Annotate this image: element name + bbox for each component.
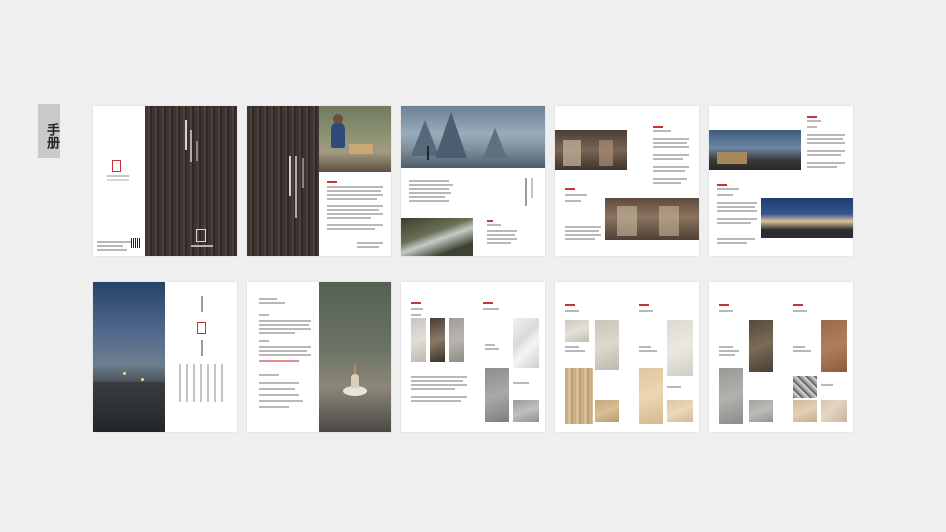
- tile-swatch: [565, 320, 589, 342]
- brochure-spread-tiles-b[interactable]: [555, 282, 699, 432]
- tile-swatch: [667, 320, 693, 376]
- tile-swatch: [793, 376, 817, 398]
- logo-text-line: [107, 175, 129, 177]
- tile-swatch: [667, 400, 693, 422]
- cover-front-wood: [145, 106, 237, 256]
- brochure-spread-tiles-c[interactable]: [709, 282, 853, 432]
- tile-swatch: [821, 320, 847, 372]
- brochure-spread-nightpath[interactable]: [93, 282, 237, 432]
- tile-swatch: [513, 318, 539, 368]
- brochure-spread-exterior[interactable]: [709, 106, 853, 256]
- brochure-spread-landscape[interactable]: [401, 106, 545, 256]
- brochure-spread-interior[interactable]: [555, 106, 699, 256]
- tile-swatch: [411, 318, 426, 362]
- brochure-spread-incense[interactable]: [247, 282, 391, 432]
- tile-swatch: [749, 400, 773, 422]
- tile-swatch: [565, 368, 593, 424]
- brochure-tag: 手册: [38, 104, 60, 158]
- tile-swatch: [749, 320, 773, 372]
- front-seal-icon: [196, 229, 206, 242]
- villa-night-photo: [761, 198, 853, 238]
- tile-swatch: [719, 368, 743, 424]
- tile-swatch: [449, 318, 464, 362]
- brochure-spread-tiles-a[interactable]: [401, 282, 545, 432]
- tile-swatch: [513, 400, 539, 422]
- brochure-spread-craft[interactable]: [247, 106, 391, 256]
- craftsman-photo: [319, 106, 391, 172]
- qr-code-icon: [131, 238, 141, 248]
- tile-swatch: [430, 318, 445, 362]
- tile-swatch: [485, 368, 509, 422]
- logo-seal-icon: [112, 160, 121, 172]
- seal-icon: [197, 322, 206, 334]
- tile-swatch: [793, 400, 817, 422]
- brochure-spread-cover[interactable]: [93, 106, 237, 256]
- wood-texture-page: [247, 106, 319, 256]
- waterfall-photo: [401, 218, 473, 256]
- tile-swatch: [821, 400, 847, 422]
- tile-swatch: [639, 368, 663, 424]
- cover-back-page: [93, 106, 145, 256]
- courtyard-photo: [709, 130, 801, 170]
- tile-swatch: [595, 320, 619, 370]
- tile-swatch: [595, 400, 619, 422]
- incense-burner-photo: [319, 282, 391, 432]
